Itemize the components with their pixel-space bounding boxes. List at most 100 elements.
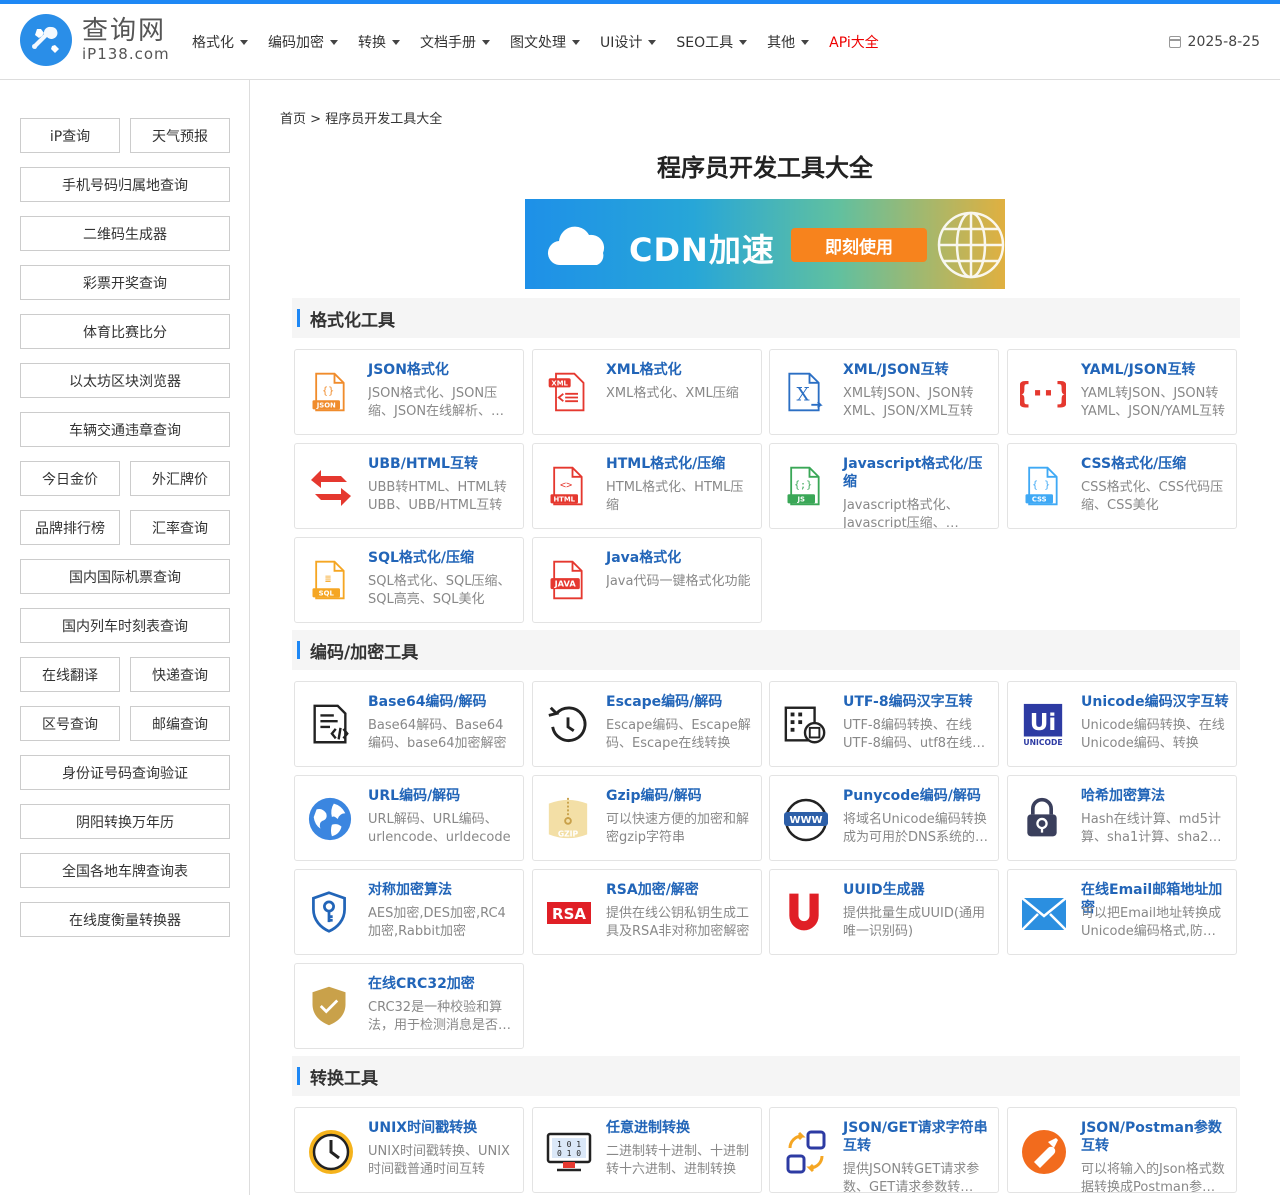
sidebar-link-units[interactable]: 在线度衡量转换器 bbox=[20, 902, 230, 937]
tool-card-title[interactable]: JSON格式化 bbox=[368, 361, 517, 379]
tool-card-title[interactable]: RSA加密/解密 bbox=[606, 881, 755, 899]
tool-card[interactable]: Base64编码/解码 Base64解码、Base64编码、base64加密解密 bbox=[294, 681, 524, 767]
tool-card-title[interactable]: YAML/JSON互转 bbox=[1081, 361, 1230, 379]
sidebar-link-postcode[interactable]: 邮编查询 bbox=[130, 706, 230, 741]
nav-item-5[interactable]: UI设计 bbox=[600, 32, 657, 52]
breadcrumb-home[interactable]: 首页 bbox=[280, 112, 306, 127]
sidebar-link-phone[interactable]: 手机号码归属地查询 bbox=[20, 167, 230, 202]
tool-card[interactable]: 在线CRC32加密 CRC32是一种校验和算法，用于检测消息是否被篡改 bbox=[294, 963, 524, 1049]
tool-card-title[interactable]: 任意进制转换 bbox=[606, 1119, 755, 1137]
tool-card[interactable]: <> HTML HTML格式化/压缩 HTML格式化、HTML压缩 bbox=[532, 443, 762, 529]
sidebar-link-train[interactable]: 国内列车时刻表查询 bbox=[20, 608, 230, 643]
tool-card-title[interactable]: XML格式化 bbox=[606, 361, 755, 379]
tool-card-title[interactable]: JSON/Postman参数互转 bbox=[1081, 1119, 1230, 1155]
logo-title: 查询网 bbox=[82, 16, 167, 46]
tool-card[interactable]: UNIX时间戳转换 UNIX时间戳转换、UNIX时间戳普通时间互转 bbox=[294, 1107, 524, 1193]
sidebar-link-sports[interactable]: 体育比赛比分 bbox=[20, 314, 230, 349]
caret-down-icon bbox=[648, 39, 657, 45]
tool-card-title[interactable]: Gzip编码/解码 bbox=[606, 787, 755, 805]
tool-card[interactable]: URL编码/解码 URL解码、URL编码、urlencode、urldecode bbox=[294, 775, 524, 861]
tool-card[interactable]: Ui UNICODE Unicode编码汉字互转 Unicode编码转换、在线Un… bbox=[1007, 681, 1237, 767]
tool-card[interactable]: JSON/GET请求字符串互转提供JSON转GET请求参数、GET请求参数转JS… bbox=[769, 1107, 999, 1193]
banner-button[interactable]: 即刻使用 bbox=[791, 228, 927, 262]
sidebar-link-plate[interactable]: 全国各地车牌查询表 bbox=[20, 853, 230, 888]
nav-item-0[interactable]: 格式化 bbox=[192, 32, 248, 52]
sidebar-link-flight[interactable]: 国内国际机票查询 bbox=[20, 559, 230, 594]
tool-card[interactable]: 对称加密算法 AES加密,DES加密,RC4加密,Rabbit加密 bbox=[294, 869, 524, 955]
nav-item-7[interactable]: 其他 bbox=[767, 32, 810, 52]
nav-item-6[interactable]: SEO工具 bbox=[676, 32, 748, 52]
sidebar-link-translate[interactable]: 在线翻译 bbox=[20, 657, 120, 692]
tool-card-description: Javascript格式化、Javascript压缩、Javascript美化 bbox=[843, 498, 959, 529]
tool-card[interactable]: 哈希加密算法 Hash在线计算、md5计算、sha1计算、sha256计算 bbox=[1007, 775, 1237, 861]
tool-card[interactable]: 1 0 1 0 1 0 任意进制转换 二进制转十进制、十进制转十六进制、进制转换 bbox=[532, 1107, 762, 1193]
tool-card[interactable]: { } CSS CSS格式化/压缩 CSS格式化、CSS代码压缩、CSS美化 bbox=[1007, 443, 1237, 529]
nav-item-4[interactable]: 图文处理 bbox=[510, 32, 580, 52]
main-nav: 格式化 编码加密 转换 文档手册 图文处理 UI设计 SEO工具 其他 APi大全 bbox=[192, 4, 899, 80]
tool-card-title[interactable]: JSON/GET请求字符串互转 bbox=[843, 1119, 992, 1155]
tool-card[interactable]: X XML/JSON互转 XML转JSON、JSON转XML、JSON/XML互转 bbox=[769, 349, 999, 435]
tool-card[interactable]: ≣ SQL SQL格式化/压缩 SQL格式化、SQL压缩、SQL高亮、SQL美化 bbox=[294, 537, 524, 623]
svg-text:JAVA: JAVA bbox=[554, 578, 577, 588]
tool-card-title[interactable]: CSS格式化/压缩 bbox=[1081, 455, 1230, 473]
tool-card-title[interactable]: 对称加密算法 bbox=[368, 881, 517, 899]
tool-card-title[interactable]: Java格式化 bbox=[606, 549, 755, 567]
tool-card-title[interactable]: Base64编码/解码 bbox=[368, 693, 517, 711]
banner-text: CDN加速 bbox=[629, 231, 775, 269]
tool-card-title[interactable]: UTF-8编码汉字互转 bbox=[843, 693, 992, 711]
tool-card[interactable]: JSON/Postman参数互转 可以将输入的Json格式数据转换成Postman… bbox=[1007, 1107, 1237, 1193]
tool-card-title[interactable]: Punycode编码/解码 bbox=[843, 787, 992, 805]
tool-card[interactable]: RSA RSA加密/解密 提供在线公钥私钥生成工具及RSA非对称加密解密 bbox=[532, 869, 762, 955]
nav-item-2[interactable]: 转换 bbox=[358, 32, 400, 52]
tool-card[interactable]: UTF-8编码汉字互转 UTF-8编码转换、在线UTF-8编码、utf8在线转换 bbox=[769, 681, 999, 767]
cdn-banner[interactable]: CDN加速 即刻使用 bbox=[525, 199, 1005, 289]
tool-card-title[interactable]: 哈希加密算法 bbox=[1081, 787, 1230, 805]
tool-card[interactable]: {··} YAML/JSON互转 YAML转JSON、JSON转YAML、JSON… bbox=[1007, 349, 1237, 435]
sidebar-link-areacode[interactable]: 区号查询 bbox=[20, 706, 120, 741]
sidebar-link-lottery[interactable]: 彩票开奖查询 bbox=[20, 265, 230, 300]
tool-card[interactable]: Escape编码/解码 Escape编码、Escape解码、Escape在线转换 bbox=[532, 681, 762, 767]
tool-card-description: Escape编码、Escape解码、Escape在线转换 bbox=[606, 718, 751, 751]
tool-card[interactable]: JAVA Java格式化 Java代码一键格式化功能 bbox=[532, 537, 762, 623]
tool-card-title[interactable]: UUID生成器 bbox=[843, 881, 992, 899]
gzip-file-icon: GZIP bbox=[545, 796, 593, 844]
tool-card[interactable]: {} JSON JSON格式化 JSON格式化、JSON压缩、JSON在线解析、J… bbox=[294, 349, 524, 435]
sidebar-link-qrcode[interactable]: 二维码生成器 bbox=[20, 216, 230, 251]
nav-item-1[interactable]: 编码加密 bbox=[268, 32, 338, 52]
site-logo[interactable]: 查询网 iP138.com bbox=[20, 14, 170, 66]
sidebar-link-weather[interactable]: 天气预报 bbox=[130, 118, 230, 153]
sidebar-link-gold[interactable]: 今日金价 bbox=[20, 461, 120, 496]
sidebar-link-eth[interactable]: 以太坊区块浏览器 bbox=[20, 363, 230, 398]
nav-item-3[interactable]: 文档手册 bbox=[420, 32, 490, 52]
sidebar-link-forex[interactable]: 外汇牌价 bbox=[130, 461, 230, 496]
tool-card-title[interactable]: HTML格式化/压缩 bbox=[606, 455, 755, 473]
sidebar-link-ip[interactable]: iP查询 bbox=[20, 118, 120, 153]
nav-item-8[interactable]: APi大全 bbox=[829, 32, 879, 52]
tool-card[interactable]: UBB/HTML互转 UBB转HTML、HTML转UBB、UBB/HTML互转 bbox=[294, 443, 524, 529]
sidebar-link-brand[interactable]: 品牌排行榜 bbox=[20, 510, 120, 545]
globe-outline-icon bbox=[937, 211, 1005, 279]
nav-item-label: 格式化 bbox=[192, 35, 234, 51]
sidebar-link-express[interactable]: 快递查询 bbox=[130, 657, 230, 692]
tool-card-title[interactable]: Unicode编码汉字互转 bbox=[1081, 693, 1230, 711]
sidebar-link-rate[interactable]: 汇率查询 bbox=[130, 510, 230, 545]
nav-item-label: 转换 bbox=[358, 35, 386, 51]
sidebar-link-calendar[interactable]: 阴阳转换万年历 bbox=[20, 804, 230, 839]
tool-card[interactable]: UUID生成器 提供批量生成UUID(通用唯一识别码) bbox=[769, 869, 999, 955]
sidebar-link-idcard[interactable]: 身份证号码查询验证 bbox=[20, 755, 230, 790]
tool-card-title[interactable]: UBB/HTML互转 bbox=[368, 455, 517, 473]
tool-card-title[interactable]: Escape编码/解码 bbox=[606, 693, 755, 711]
tool-card[interactable]: WWW Punycode编码/解码 将域名Unicode编码转换成为可用於DNS系… bbox=[769, 775, 999, 861]
tool-card[interactable]: XML XML格式化 XML格式化、XML压缩 bbox=[532, 349, 762, 435]
tool-card[interactable]: GZIP Gzip编码/解码 可以快速方便的加密和解密gzip字符串 bbox=[532, 775, 762, 861]
tool-card-title[interactable]: Javascript格式化/压缩 bbox=[843, 455, 992, 491]
tool-card[interactable]: 在线Email邮箱地址加密 可以把Email地址转换成Unicode编码格式,防止… bbox=[1007, 869, 1237, 955]
tool-card[interactable]: {;} JS Javascript格式化/压缩 Javascript格式化、Jav… bbox=[769, 443, 999, 529]
tool-card-title[interactable]: 在线CRC32加密 bbox=[368, 975, 517, 993]
tool-card-title[interactable]: SQL格式化/压缩 bbox=[368, 549, 517, 567]
svg-text:0 1 0: 0 1 0 bbox=[557, 1149, 581, 1158]
sidebar-link-traffic[interactable]: 车辆交通违章查询 bbox=[20, 412, 230, 447]
tool-card-title[interactable]: UNIX时间戳转换 bbox=[368, 1119, 517, 1137]
tool-card-title[interactable]: URL编码/解码 bbox=[368, 787, 517, 805]
tool-card-title[interactable]: XML/JSON互转 bbox=[843, 361, 992, 379]
